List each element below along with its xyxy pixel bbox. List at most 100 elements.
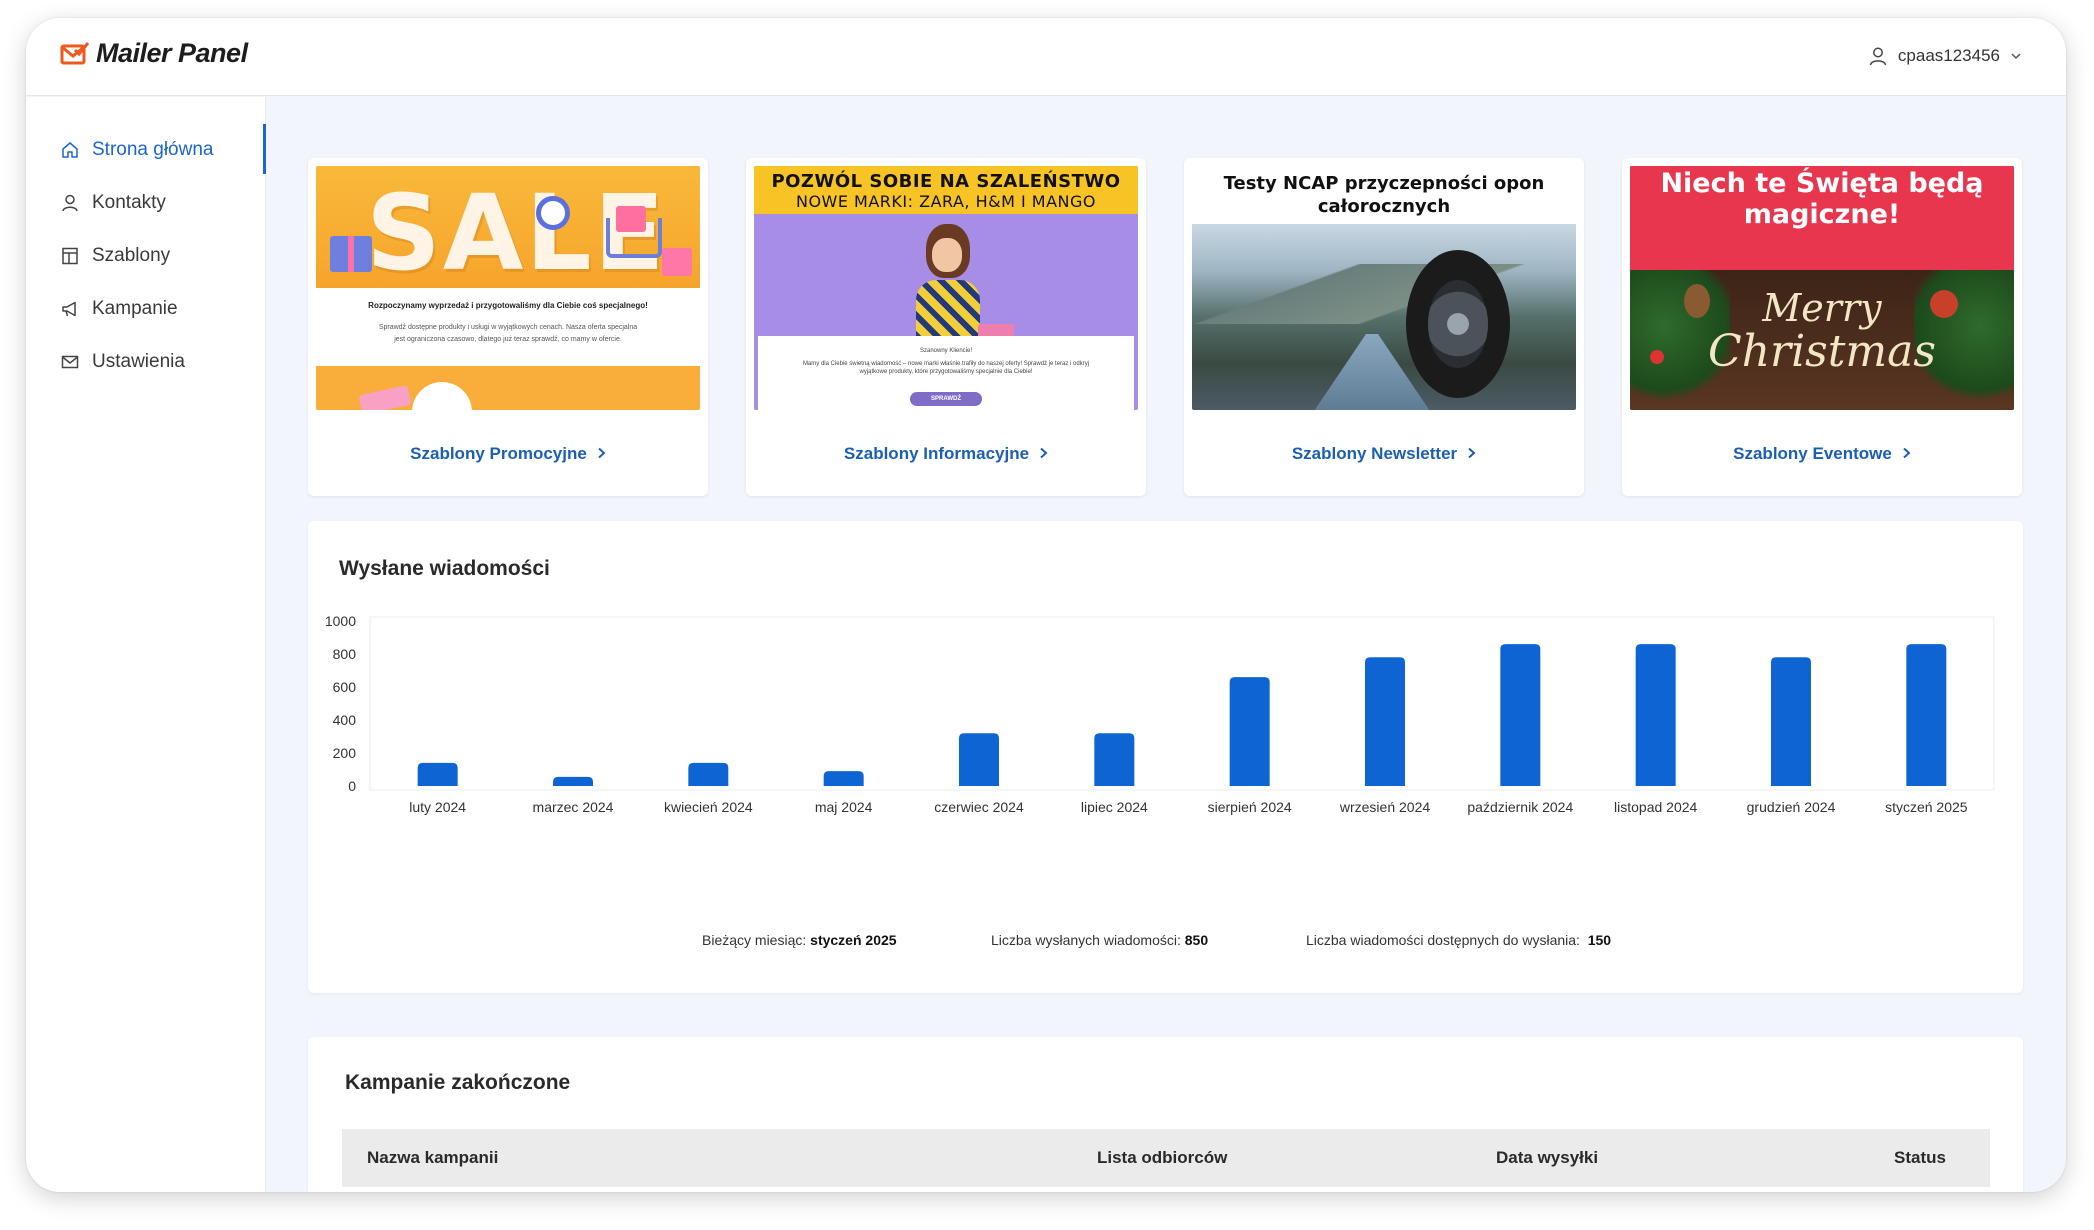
template-preview-info: POZWÓL SOBIE NA SZALEŃSTWO NOWE MARKI: Z… — [754, 166, 1138, 410]
home-icon — [62, 141, 78, 158]
app-frame: Mailer Panel cpaas123456 Strona główna K… — [26, 18, 2066, 1192]
templates-event-link[interactable]: Szablony Eventowe — [1622, 444, 2022, 464]
promo-heading: Rozpoczynamy wyprzedaż i przygotowaliśmy… — [368, 301, 648, 310]
app-logo[interactable]: Mailer Panel — [60, 38, 248, 69]
sent-messages-chart: 0 200 400 600 800 1000 luty 2024 marzec 2024 kwi… — [325, 613, 1995, 815]
chevron-right-icon — [597, 444, 606, 464]
x-tick-label: czerwiec 2024 — [934, 799, 1024, 815]
template-icon — [62, 247, 78, 264]
info-headline: POZWÓL SOBIE NA SZALEŃSTWO — [771, 171, 1121, 192]
sidebar-item-label: Kontakty — [92, 191, 166, 213]
sent-count-value: 850 — [1184, 932, 1209, 948]
gift-box-icon — [662, 248, 692, 276]
y-tick-label: 600 — [333, 679, 357, 695]
x-tick-label: maj 2024 — [815, 799, 873, 815]
bar — [1229, 677, 1270, 786]
x-tick-label: marzec 2024 — [533, 799, 614, 815]
template-card-info[interactable]: POZWÓL SOBIE NA SZALEŃSTWO NOWE MARKI: Z… — [746, 158, 1146, 496]
bar — [1635, 644, 1676, 786]
y-tick-label: 200 — [333, 745, 357, 761]
column-header-date[interactable]: Data wysyłki — [1496, 1148, 1598, 1168]
sidebar-item-campaigns[interactable]: Kampanie — [26, 282, 265, 335]
user-menu[interactable]: cpaas123456 — [1868, 46, 2022, 66]
y-tick-label: 800 — [333, 646, 357, 662]
bar — [688, 762, 729, 786]
x-tick-label: sierpień 2024 — [1208, 799, 1292, 815]
bar — [417, 762, 458, 786]
campaigns-title: Kampanie zakończone — [345, 1071, 571, 1094]
sidebar-item-settings[interactable]: Ustawienia — [26, 335, 265, 388]
sent-messages-panel: Wysłane wiadomości 0 200 400 600 800 1000 luty… — [308, 521, 2023, 993]
newsletter-title: Testy NCAP przyczepności opon całoroczny… — [1223, 173, 1545, 217]
available-count-stat: Liczba wiadomości dostępnych do wysłania… — [1306, 932, 1611, 948]
column-header-status[interactable]: Status — [1894, 1148, 1946, 1168]
chevron-down-icon — [2011, 53, 2021, 60]
current-month-value: styczeń 2025 — [810, 932, 897, 948]
y-tick-label: 400 — [333, 712, 357, 728]
x-tick-label: luty 2024 — [409, 799, 466, 815]
main-content: SALE Rozpoczynamy wyprzedaż i przygotowa… — [267, 97, 2066, 1192]
top-bar: Mailer Panel cpaas123456 — [26, 18, 2066, 96]
bar — [1094, 733, 1135, 786]
gift-box-icon — [330, 236, 372, 272]
templates-info-link-label: Szablony Informacyjne — [843, 444, 1030, 463]
campaigns-table-header: Nazwa kampanii Lista odbiorców Data wysy… — [342, 1129, 1990, 1187]
christmas-script: Christmas — [1708, 326, 1936, 377]
column-header-recipients[interactable]: Lista odbiorców — [1097, 1148, 1227, 1168]
chevron-right-icon — [1902, 444, 1911, 464]
info-subheadline: NOWE MARKI: ZARA, H&M I MANGO — [795, 192, 1097, 211]
template-preview-newsletter: Testy NCAP przyczepności opon całoroczny… — [1192, 166, 1576, 410]
x-tick-label: kwiecień 2024 — [664, 799, 753, 815]
x-tick-label: styczeń 2025 — [1885, 799, 1968, 815]
sidebar: Strona główna Kontakty Szablony Kampanie… — [26, 97, 266, 1192]
template-preview-promo: SALE Rozpoczynamy wyprzedaż i przygotowa… — [316, 166, 700, 410]
bar — [823, 771, 864, 786]
x-tick-label: październik 2024 — [1467, 799, 1573, 815]
available-count-label: Liczba wiadomości dostępnych do wysłania… — [1306, 932, 1580, 948]
template-cards: SALE Rozpoczynamy wyprzedaż i przygotowa… — [308, 158, 2022, 496]
bar — [1771, 657, 1811, 786]
sidebar-item-label: Szablony — [92, 244, 171, 266]
bar — [1500, 644, 1541, 786]
x-tick-label: listopad 2024 — [1614, 799, 1698, 815]
templates-info-link[interactable]: Szablony Informacyjne — [746, 444, 1146, 464]
chart-plot-border — [369, 616, 1995, 791]
chevron-right-icon — [1039, 444, 1048, 464]
chevron-right-icon — [1467, 444, 1476, 464]
alarm-clock-icon — [536, 196, 570, 230]
completed-campaigns-panel: Kampanie zakończone Nazwa kampanii Lista… — [308, 1037, 2023, 1192]
sidebar-item-label: Strona główna — [92, 138, 214, 160]
templates-event-link-label: Szablony Eventowe — [1733, 444, 1892, 463]
template-card-event[interactable]: Niech te Święta będą magiczne! Merry Chr… — [1622, 158, 2022, 496]
sent-count-stat: Liczba wysłanych wiadomości: 850 — [991, 932, 1208, 948]
sidebar-item-home[interactable]: Strona główna — [26, 123, 266, 176]
bar — [1365, 657, 1405, 786]
sidebar-item-label: Kampanie — [92, 297, 178, 319]
tire-landscape-photo — [1192, 224, 1576, 410]
sidebar-item-contacts[interactable]: Kontakty — [26, 176, 265, 229]
bar — [553, 776, 593, 786]
x-tick-label: grudzień 2024 — [1747, 799, 1836, 815]
template-preview-event: Niech te Święta będą magiczne! Merry Chr… — [1630, 166, 2014, 410]
envelope-icon — [61, 355, 79, 368]
christmas-decor: Merry Christmas — [1630, 270, 2014, 410]
username: cpaas123456 — [1897, 46, 2000, 65]
templates-newsletter-link[interactable]: Szablony Newsletter — [1184, 444, 1584, 464]
sent-count-label: Liczba wysłanych wiadomości: — [991, 932, 1181, 948]
gift-box-icon — [616, 206, 646, 232]
template-card-newsletter[interactable]: Testy NCAP przyczepności opon całoroczny… — [1184, 158, 1584, 496]
template-card-promo[interactable]: SALE Rozpoczynamy wyprzedaż i przygotowa… — [308, 158, 708, 496]
x-tick-label: lipiec 2024 — [1081, 799, 1148, 815]
mail-check-icon — [60, 41, 90, 64]
bar — [959, 733, 999, 786]
sidebar-item-label: Ustawienia — [92, 350, 185, 372]
templates-newsletter-link-label: Szablony Newsletter — [1291, 444, 1458, 463]
x-tick-label: wrzesień 2024 — [1339, 799, 1430, 815]
y-tick-label: 1000 — [325, 613, 356, 629]
sidebar-item-templates[interactable]: Szablony — [26, 229, 265, 282]
column-header-name[interactable]: Nazwa kampanii — [367, 1148, 498, 1168]
bar — [1906, 644, 1947, 786]
templates-promo-link[interactable]: Szablony Promocyjne — [308, 444, 708, 464]
info-cta-button: SPRAWDŹ — [910, 392, 982, 406]
chart-title: Wysłane wiadomości — [339, 557, 550, 580]
